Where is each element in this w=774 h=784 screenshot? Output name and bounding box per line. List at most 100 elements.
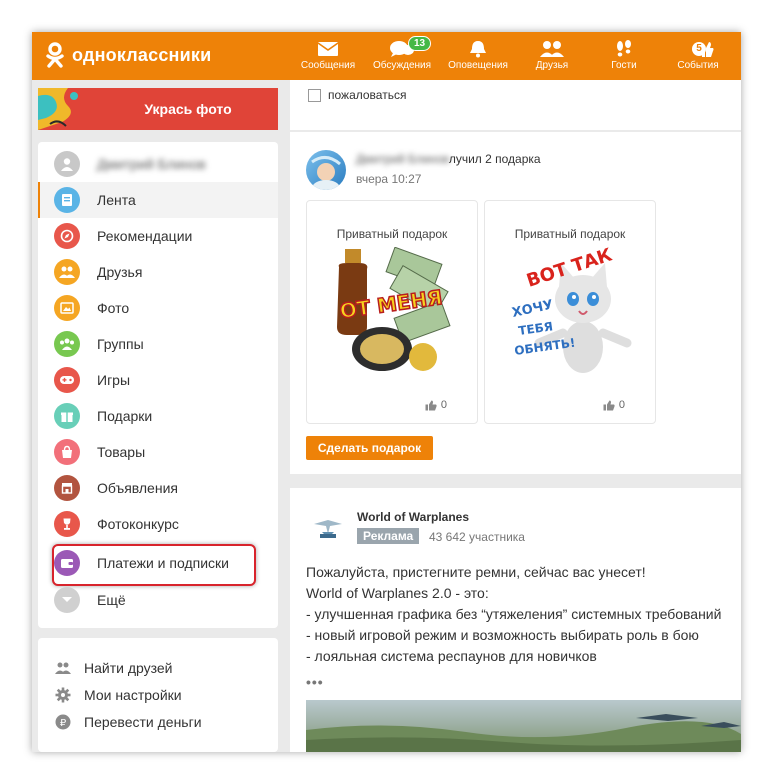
nav-messages[interactable]: Сообщения (292, 36, 364, 80)
friends-icon (54, 259, 80, 285)
gift-like-counter[interactable]: 0 (603, 399, 625, 411)
gift-like-count: 0 (618, 399, 625, 411)
sidebar-item-label: Товары (97, 444, 146, 460)
ad-landscape-art (306, 714, 741, 752)
site-logo[interactable]: одноклассники (44, 42, 211, 68)
left-sidebar-menu: Дмитрий Блинов Лента Рекомендации Друзья… (38, 142, 278, 628)
sidebar-item-ads[interactable]: Объявления (38, 470, 278, 506)
trophy-icon (54, 511, 80, 537)
chevron-down-icon (54, 587, 80, 613)
nav-notifications-label: Оповещения (448, 60, 508, 71)
sidebar-item-photo[interactable]: Фото (38, 290, 278, 326)
sidebar-item-goods[interactable]: Товары (38, 434, 278, 470)
show-more-button[interactable]: ••• (306, 674, 324, 690)
nav-guests[interactable]: Гости (588, 36, 660, 80)
ad-member-count: 43 642 участника (429, 530, 525, 544)
feed-card-previous: пожаловаться (290, 80, 741, 130)
find-friends-icon (54, 659, 72, 677)
make-gift-button[interactable]: Сделать подарок (306, 436, 433, 460)
sidebar-item-photo-contest[interactable]: Фотоконкурс (38, 506, 278, 542)
sidebar-user-profile[interactable]: Дмитрий Блинов (38, 146, 278, 182)
ad-text-line: World of Warplanes 2.0 - это: (306, 585, 489, 601)
sidebar-item-label: Группы (97, 336, 144, 352)
post-author-name[interactable]: Дмитрий Блинов (356, 152, 449, 166)
gamepad-icon (54, 367, 80, 393)
sidebar-item-feed[interactable]: Лента (38, 182, 278, 218)
decorate-photo-label: Укрась фото (144, 101, 232, 117)
gift-art-text-line: ХОЧУ (511, 298, 555, 321)
sidebar-item-label: Рекомендации (97, 228, 193, 244)
nav-friends[interactable]: Друзья (516, 36, 588, 80)
sidebar-item-label: Фото (97, 300, 130, 316)
complain-label: пожаловаться (328, 88, 407, 102)
wallet-icon (54, 550, 80, 576)
post-action-text: лучил 2 подарка (448, 152, 541, 166)
post-header: Дмитрий Блиновлучил 2 подарка (356, 152, 541, 166)
top-navigation-bar: одноклассники Сообщения 13 Обсуждения Оп… (32, 32, 741, 80)
thumbs-up-icon (603, 400, 615, 410)
compass-icon (54, 223, 80, 249)
nav-notifications[interactable]: Оповещения (442, 36, 514, 80)
ad-text-line: - новый игровой режим и возможность выби… (306, 627, 699, 643)
sidebar-item-label: Подарки (97, 408, 153, 424)
gift-title: Приватный подарок (514, 227, 626, 241)
envelope-icon (317, 42, 339, 56)
sidebar-item-gifts[interactable]: Подарки (38, 398, 278, 434)
gift-card[interactable]: Приватный подарок ВОТ ТАК ХОЧУ ТЕБЯ ОБНЯ… (484, 200, 656, 424)
user-avatar-icon (54, 151, 80, 177)
complain-checkbox-row[interactable]: пожаловаться (308, 88, 406, 102)
complain-checkbox[interactable] (308, 88, 321, 102)
sidebar-user-name: Дмитрий Блинов (97, 156, 206, 172)
find-friends-link[interactable]: Найти друзей (54, 658, 173, 678)
decorative-paint-art (38, 88, 98, 130)
feed-post-gifts: Дмитрий Блиновлучил 2 подарка вчера 10:2… (290, 132, 741, 474)
sidebar-item-games[interactable]: Игры (38, 362, 278, 398)
sidebar-item-friends[interactable]: Друзья (38, 254, 278, 290)
gift-image-money-watch: ОТ МЕНЯ (337, 247, 451, 371)
nav-discussions[interactable]: 13 Обсуждения (366, 36, 438, 80)
nav-discussions-label: Обсуждения (372, 60, 432, 71)
sidebar-item-label: Друзья (97, 264, 143, 280)
nav-events[interactable]: 5 События (662, 36, 734, 80)
ad-text-line: - лояльная система респаунов для новичко… (306, 648, 597, 664)
nav-guests-label: Гости (611, 60, 637, 71)
browser-viewport: одноклассники Сообщения 13 Обсуждения Оп… (32, 32, 741, 752)
ad-group-name[interactable]: World of Warplanes (357, 510, 469, 524)
ad-text-line: Пожалуйста, пристегните ремни, сейчас ва… (306, 564, 646, 580)
ad-text-line: - улучшенная графика без “утяжеления” си… (306, 606, 722, 622)
feed-post-advertisement: World of Warplanes Реклама 43 642 участн… (290, 488, 741, 752)
post-timestamp: вчера 10:27 (356, 172, 422, 186)
gift-card[interactable]: Приватный подарок ОТ МЕНЯ 0 (306, 200, 478, 424)
gift-like-counter[interactable]: 0 (425, 399, 447, 411)
thumbs-up-icon (425, 400, 437, 410)
ad-body-text: Пожалуйста, пристегните ремни, сейчас ва… (306, 562, 736, 667)
discussions-badge: 13 (408, 36, 432, 51)
sidebar-item-more[interactable]: Ещё (38, 582, 278, 618)
footprints-icon (617, 40, 631, 57)
feed-icon (54, 187, 80, 213)
nav-friends-label: Друзья (535, 60, 569, 71)
gift-icon (54, 403, 80, 429)
post-author-avatar[interactable] (306, 150, 346, 190)
ad-badge: Реклама (357, 528, 420, 544)
world-of-warplanes-logo-icon[interactable] (312, 512, 344, 544)
my-settings-link[interactable]: Мои настройки (54, 685, 182, 705)
sidebar-item-payments[interactable]: Платежи и подписки (38, 545, 278, 581)
ruble-icon: ₽ (54, 713, 72, 731)
photo-icon (54, 295, 80, 321)
sidebar-item-label: Ещё (97, 592, 126, 608)
bell-icon (470, 41, 486, 58)
transfer-money-link[interactable]: ₽ Перевести деньги (54, 712, 202, 732)
sidebar-item-label: Объявления (97, 480, 178, 496)
my-settings-label: Мои настройки (84, 687, 182, 703)
ad-image[interactable] (306, 700, 741, 752)
sidebar-item-recommendations[interactable]: Рекомендации (38, 218, 278, 254)
sidebar-item-groups[interactable]: Группы (38, 326, 278, 362)
decorate-photo-banner[interactable]: Укрась фото (38, 88, 278, 130)
nav-messages-label: Сообщения (300, 60, 356, 71)
store-icon (54, 475, 80, 501)
sidebar-item-label: Фотоконкурс (97, 516, 179, 532)
sidebar-item-label: Лента (97, 192, 136, 208)
gear-icon (54, 686, 72, 704)
gift-like-count: 0 (440, 399, 447, 411)
